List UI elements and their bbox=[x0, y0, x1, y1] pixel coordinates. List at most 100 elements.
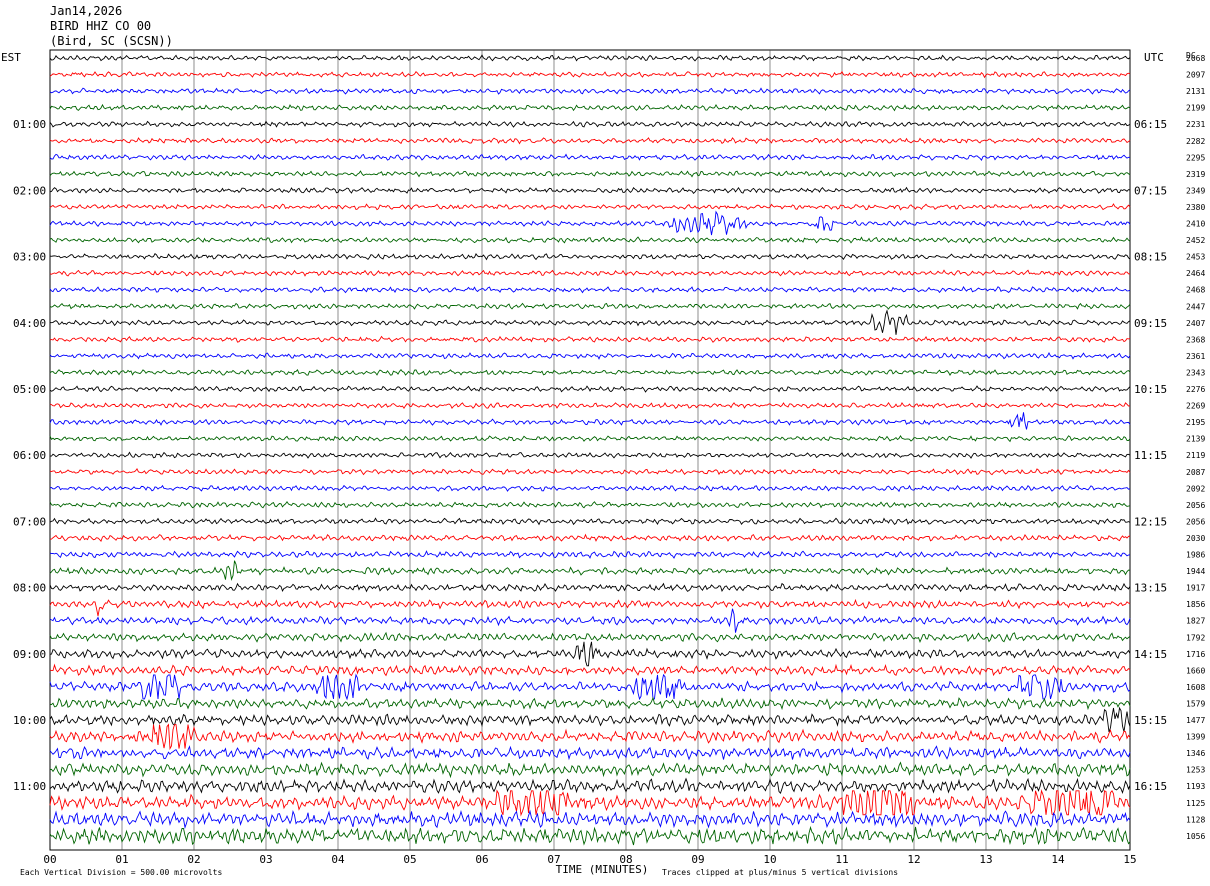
dc-offset-label: 1399 bbox=[1186, 733, 1205, 742]
helicorder-plot: 2068209721312199223122822295231923492380… bbox=[1, 49, 1205, 877]
est-hour-label: 08:00 bbox=[13, 582, 46, 595]
trace-line bbox=[49, 825, 1131, 846]
dc-offset-label: 2361 bbox=[1186, 352, 1205, 361]
dc-offset-label: 2468 bbox=[1186, 286, 1205, 295]
dc-offset-label: 2139 bbox=[1186, 435, 1205, 444]
dc-offset-label: 1856 bbox=[1186, 600, 1205, 609]
dc-offset-label: 1827 bbox=[1186, 617, 1205, 626]
trace-line bbox=[49, 582, 1131, 593]
trace-line bbox=[49, 550, 1131, 559]
trace-line bbox=[49, 352, 1131, 360]
est-hour-label: 06:00 bbox=[13, 449, 46, 462]
est-hour-label: 05:00 bbox=[13, 383, 46, 396]
trace-line bbox=[49, 533, 1131, 542]
trace-line bbox=[49, 236, 1131, 244]
dc-offset-label: 1608 bbox=[1186, 683, 1205, 692]
est-hour-label: 01:00 bbox=[13, 118, 46, 131]
x-tick-label: 15 bbox=[1123, 853, 1136, 866]
dc-offset-label: 2343 bbox=[1186, 368, 1205, 377]
dc-header-label: DC bbox=[1186, 51, 1196, 60]
dc-offset-label: 2452 bbox=[1186, 236, 1205, 245]
trace-line bbox=[49, 70, 1131, 79]
dc-offset-label: 2056 bbox=[1186, 517, 1205, 526]
trace-line bbox=[49, 137, 1131, 145]
trace-line bbox=[49, 368, 1131, 376]
dc-offset-label: 2131 bbox=[1186, 87, 1205, 96]
trace-line bbox=[49, 761, 1131, 779]
trace-line bbox=[49, 269, 1131, 277]
trace-line bbox=[49, 401, 1131, 410]
dc-offset-label: 2282 bbox=[1186, 137, 1205, 146]
dc-offset-label: 2407 bbox=[1186, 319, 1205, 328]
dc-offset-label: 2464 bbox=[1186, 269, 1205, 278]
est-hour-label: 02:00 bbox=[13, 184, 46, 197]
dc-offset-label: 1253 bbox=[1186, 766, 1205, 775]
trace-line bbox=[49, 170, 1131, 178]
trace-line bbox=[49, 335, 1131, 343]
utc-hour-label: 09:15 bbox=[1134, 317, 1167, 330]
dc-offset-label: 2276 bbox=[1186, 385, 1205, 394]
trace-line bbox=[49, 598, 1131, 617]
trace-line bbox=[49, 809, 1131, 830]
utc-hour-label: 12:15 bbox=[1134, 515, 1167, 528]
dc-offset-label: 2447 bbox=[1186, 302, 1205, 311]
trace-line bbox=[49, 54, 1131, 62]
x-tick-label: 14 bbox=[1051, 853, 1065, 866]
dc-offset-label: 2295 bbox=[1186, 153, 1205, 162]
trace-line bbox=[49, 560, 1131, 581]
x-tick-label: 04 bbox=[331, 853, 345, 866]
trace-line bbox=[49, 186, 1131, 194]
trace-line bbox=[49, 673, 1131, 701]
trace-line bbox=[49, 484, 1131, 493]
trace-line bbox=[49, 789, 1131, 817]
utc-hour-label: 15:15 bbox=[1134, 714, 1167, 727]
utc-hour-label: 10:15 bbox=[1134, 383, 1167, 396]
x-tick-label: 00 bbox=[43, 853, 56, 866]
dc-offset-label: 2097 bbox=[1186, 71, 1205, 80]
utc-hour-label: 07:15 bbox=[1134, 184, 1167, 197]
trace-line bbox=[49, 153, 1130, 161]
x-tick-label: 03 bbox=[259, 853, 272, 866]
trace-line bbox=[49, 103, 1131, 112]
trace-line bbox=[49, 435, 1131, 443]
x-tick-label: 01 bbox=[115, 853, 128, 866]
dc-offset-label: 2349 bbox=[1186, 186, 1205, 195]
est-hour-label: 04:00 bbox=[13, 317, 46, 330]
x-axis-label: TIME (MINUTES) bbox=[556, 863, 649, 876]
dc-offset-label: 2087 bbox=[1186, 468, 1205, 477]
utc-hour-label: 13:15 bbox=[1134, 582, 1167, 595]
clip-note: Traces clipped at plus/minus 5 vertical … bbox=[662, 868, 898, 877]
trace-line bbox=[49, 777, 1131, 795]
dc-offset-label: 1346 bbox=[1186, 749, 1205, 758]
trace-line bbox=[49, 608, 1131, 633]
trace-line bbox=[49, 253, 1131, 261]
trace-line bbox=[49, 309, 1131, 335]
trace-line bbox=[49, 663, 1131, 677]
x-tick-label: 10 bbox=[763, 853, 776, 866]
dc-offset-label: 2195 bbox=[1186, 418, 1205, 427]
utc-hour-label: 11:15 bbox=[1134, 449, 1167, 462]
x-tick-label: 06 bbox=[475, 853, 488, 866]
dc-offset-label: 1917 bbox=[1186, 584, 1205, 593]
trace-line bbox=[49, 285, 1131, 294]
trace-line bbox=[49, 723, 1131, 751]
trace-line bbox=[49, 745, 1131, 761]
x-tick-label: 12 bbox=[907, 853, 920, 866]
x-tick-label: 11 bbox=[835, 853, 848, 866]
trace-line bbox=[49, 120, 1131, 128]
trace-line bbox=[49, 501, 1131, 509]
trace-line bbox=[49, 412, 1131, 430]
dc-offset-label: 2119 bbox=[1186, 451, 1205, 460]
utc-axis-label: UTC bbox=[1144, 51, 1164, 64]
dc-offset-label: 2410 bbox=[1186, 220, 1205, 229]
utc-hour-label: 06:15 bbox=[1134, 118, 1167, 131]
est-axis-label: EST bbox=[1, 51, 21, 64]
x-tick-label: 05 bbox=[403, 853, 416, 866]
trace-line bbox=[49, 468, 1131, 476]
trace-line bbox=[49, 631, 1131, 644]
dc-offset-label: 1792 bbox=[1186, 633, 1205, 642]
utc-hour-label: 16:15 bbox=[1134, 780, 1167, 793]
trace-line bbox=[49, 210, 1131, 236]
trace-line bbox=[49, 203, 1131, 211]
trace-line bbox=[49, 706, 1131, 733]
